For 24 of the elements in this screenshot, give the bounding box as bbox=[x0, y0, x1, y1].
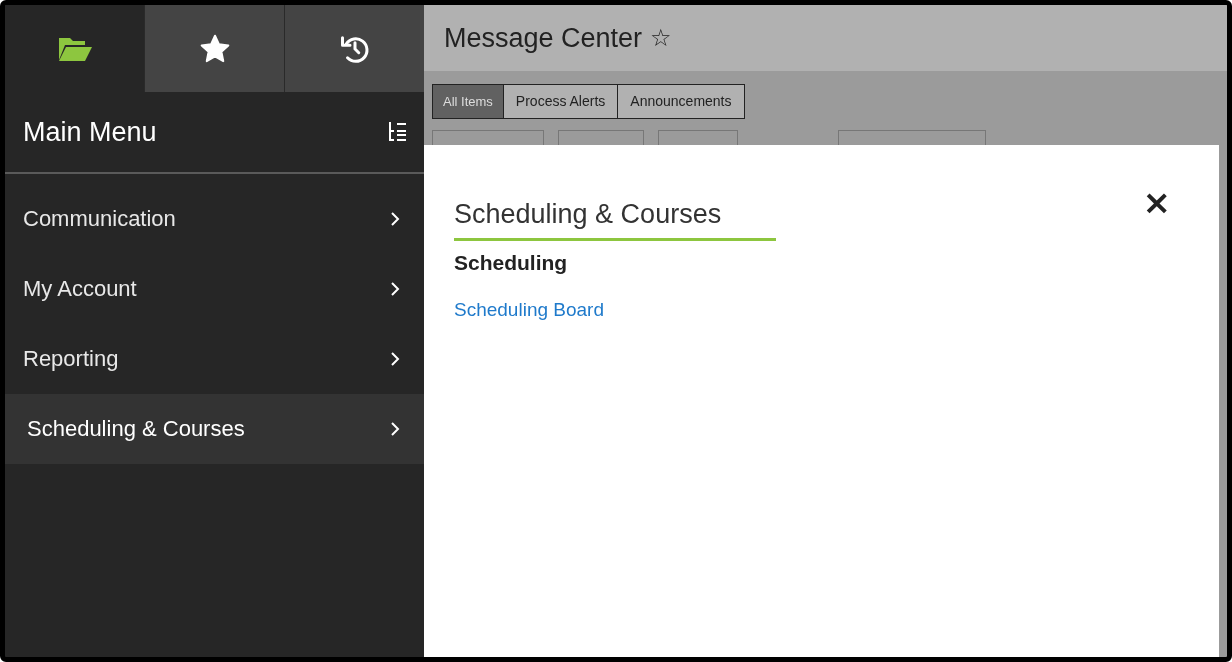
tree-list-icon[interactable] bbox=[388, 121, 406, 143]
menu-item[interactable]: Reporting bbox=[5, 324, 424, 394]
sidebar-heading: Main Menu bbox=[23, 116, 157, 148]
panel-link[interactable]: Scheduling Board bbox=[454, 299, 604, 321]
filter-tab[interactable]: Announcements bbox=[617, 84, 745, 119]
menu-item[interactable]: Communication bbox=[5, 184, 424, 254]
history-icon bbox=[339, 33, 370, 64]
star-icon bbox=[198, 32, 231, 65]
panel-title: Scheduling & Courses bbox=[454, 199, 722, 230]
close-button[interactable]: × bbox=[1142, 185, 1189, 219]
filter-tab[interactable]: All Items bbox=[432, 84, 504, 119]
chevron-right-icon bbox=[391, 422, 400, 436]
chevron-right-icon bbox=[391, 212, 400, 226]
sidebar-tab[interactable] bbox=[144, 5, 284, 92]
folder-icon bbox=[56, 35, 93, 62]
page-title: Message Center bbox=[444, 22, 643, 54]
filter-tab[interactable]: Process Alerts bbox=[502, 84, 619, 119]
chevron-right-icon bbox=[391, 282, 400, 296]
sidebar-tab[interactable] bbox=[284, 5, 424, 92]
menu-item[interactable]: Scheduling & Courses bbox=[5, 394, 424, 464]
menu-item[interactable]: My Account bbox=[5, 254, 424, 324]
chevron-right-icon bbox=[391, 352, 400, 366]
section-heading: Scheduling bbox=[454, 251, 569, 275]
favorite-star[interactable]: ☆ bbox=[650, 24, 672, 52]
